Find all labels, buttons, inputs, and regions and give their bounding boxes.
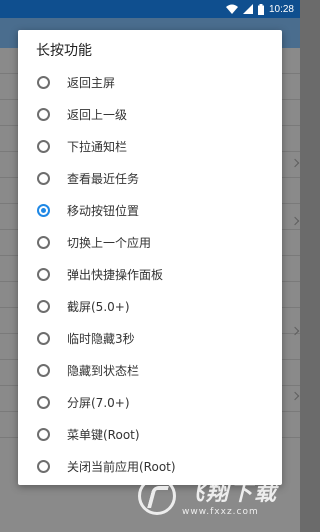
radio-icon[interactable] (37, 395, 50, 409)
option-switch-last-app[interactable]: 切换上一个应用 (18, 226, 282, 258)
dialog-title: 长按功能 (36, 43, 92, 59)
option-hide-to-statusbar[interactable]: 隐藏到状态栏 (18, 354, 282, 386)
watermark: 飞翔下载 www.fxxz.com (138, 470, 288, 522)
status-time: 10:28 (268, 3, 294, 15)
option-label: 返回上一级 (67, 107, 128, 122)
radio-icon[interactable] (37, 267, 50, 281)
radio-icon[interactable] (37, 299, 50, 313)
option-label: 移动按钮位置 (67, 203, 140, 218)
option-go-home[interactable]: 返回主屏 (18, 66, 282, 98)
radio-icon[interactable] (37, 75, 50, 89)
option-label: 分屏(7.0+) (67, 395, 130, 410)
radio-icon[interactable] (37, 363, 50, 377)
signal-icon (242, 4, 253, 14)
radio-icon[interactable] (37, 139, 50, 153)
radio-icon[interactable] (37, 107, 50, 121)
radio-icon[interactable] (37, 459, 50, 473)
option-label: 下拉通知栏 (67, 139, 128, 154)
battery-icon (257, 3, 264, 15)
watermark-title: 飞翔下载 (182, 481, 279, 506)
option-pull-notifications[interactable]: 下拉通知栏 (18, 130, 282, 162)
option-label: 查看最近任务 (67, 171, 140, 186)
radio-icon[interactable] (37, 235, 50, 249)
option-label: 返回主屏 (67, 75, 116, 90)
watermark-text: 飞翔下载 www.fxxz.com (182, 475, 278, 517)
option-label: 隐藏到状态栏 (67, 363, 140, 378)
option-split-screen[interactable]: 分屏(7.0+) (18, 386, 282, 418)
option-label: 切换上一个应用 (67, 235, 152, 250)
radio-icon[interactable] (37, 331, 50, 345)
option-move-button[interactable]: 移动按钮位置 (18, 194, 282, 226)
option-menu-key[interactable]: 菜单键(Root) (18, 418, 282, 450)
radio-icon[interactable] (37, 171, 50, 185)
option-hide-3s[interactable]: 临时隐藏3秒 (18, 322, 282, 354)
watermark-logo-icon (138, 477, 176, 515)
status-bar: 10:28 (0, 0, 300, 18)
radio-icon[interactable] (37, 427, 50, 441)
watermark-url: www.fxxz.com (182, 507, 259, 517)
option-label: 临时隐藏3秒 (67, 331, 135, 346)
radio-icon[interactable] (37, 203, 50, 217)
option-label: 截屏(5.0+) (67, 299, 130, 314)
option-label: 菜单键(Root) (67, 427, 140, 442)
long-press-dialog: 长按功能 返回主屏 返回上一级 下拉通知栏 查看最近任务 移动按钮位置 切换上一… (18, 30, 282, 485)
wifi-icon (225, 4, 238, 14)
option-screenshot[interactable]: 截屏(5.0+) (18, 290, 282, 322)
option-go-back[interactable]: 返回上一级 (18, 98, 282, 130)
option-label: 弹出快捷操作面板 (67, 267, 164, 282)
option-quick-panel[interactable]: 弹出快捷操作面板 (18, 258, 282, 290)
option-recent-tasks[interactable]: 查看最近任务 (18, 162, 282, 194)
option-list: 返回主屏 返回上一级 下拉通知栏 查看最近任务 移动按钮位置 切换上一个应用 弹… (18, 66, 282, 482)
